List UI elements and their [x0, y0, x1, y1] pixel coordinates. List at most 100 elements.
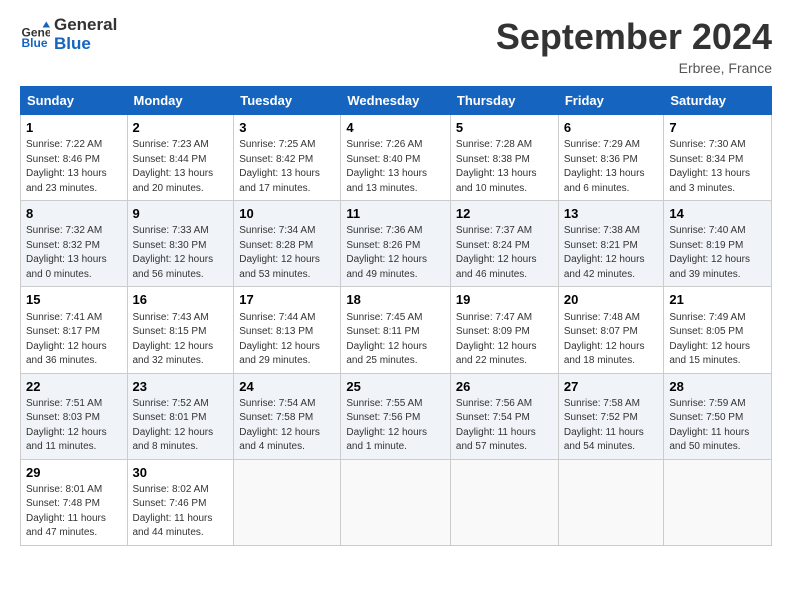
calendar-cell: 2Sunrise: 7:23 AM Sunset: 8:44 PM Daylig… — [127, 115, 234, 201]
page: General Blue General Blue September 2024… — [0, 0, 792, 612]
logo-blue: Blue — [54, 35, 117, 54]
day-number: 7 — [669, 119, 766, 137]
calendar-cell — [558, 459, 664, 545]
calendar-cell: 25Sunrise: 7:55 AM Sunset: 7:56 PM Dayli… — [341, 373, 451, 459]
day-number: 3 — [239, 119, 335, 137]
title-block: September 2024 Erbree, France — [496, 16, 772, 76]
day-info: Sunrise: 7:23 AM Sunset: 8:44 PM Dayligh… — [133, 138, 229, 196]
week-row-2: 8Sunrise: 7:32 AM Sunset: 8:32 PM Daylig… — [21, 201, 772, 287]
day-number: 6 — [564, 119, 659, 137]
day-number: 10 — [239, 205, 335, 223]
calendar-cell — [664, 459, 772, 545]
day-info: Sunrise: 7:55 AM Sunset: 7:56 PM Dayligh… — [346, 397, 445, 455]
calendar-cell: 24Sunrise: 7:54 AM Sunset: 7:58 PM Dayli… — [234, 373, 341, 459]
day-info: Sunrise: 7:44 AM Sunset: 8:13 PM Dayligh… — [239, 311, 335, 369]
day-number: 8 — [26, 205, 122, 223]
day-info: Sunrise: 7:30 AM Sunset: 8:34 PM Dayligh… — [669, 138, 766, 196]
day-info: Sunrise: 7:22 AM Sunset: 8:46 PM Dayligh… — [26, 138, 122, 196]
day-info: Sunrise: 7:25 AM Sunset: 8:42 PM Dayligh… — [239, 138, 335, 196]
day-info: Sunrise: 7:38 AM Sunset: 8:21 PM Dayligh… — [564, 224, 659, 282]
calendar-cell: 6Sunrise: 7:29 AM Sunset: 8:36 PM Daylig… — [558, 115, 664, 201]
calendar-cell: 28Sunrise: 7:59 AM Sunset: 7:50 PM Dayli… — [664, 373, 772, 459]
day-number: 5 — [456, 119, 553, 137]
calendar-cell: 13Sunrise: 7:38 AM Sunset: 8:21 PM Dayli… — [558, 201, 664, 287]
calendar-cell: 23Sunrise: 7:52 AM Sunset: 8:01 PM Dayli… — [127, 373, 234, 459]
calendar-cell: 27Sunrise: 7:58 AM Sunset: 7:52 PM Dayli… — [558, 373, 664, 459]
calendar-cell: 15 Sunrise: 7:41 AM Sunset: 8:17 PM Dayli… — [21, 287, 128, 373]
day-info: Sunrise: 7:41 AM Sunset: 8:17 PM Dayligh… — [26, 311, 122, 369]
calendar-cell: 26Sunrise: 7:56 AM Sunset: 7:54 PM Dayli… — [450, 373, 558, 459]
calendar-cell: 18Sunrise: 7:45 AM Sunset: 8:11 PM Dayli… — [341, 287, 451, 373]
day-info: Sunrise: 7:43 AM Sunset: 8:15 PM Dayligh… — [133, 311, 229, 369]
calendar-cell: 7Sunrise: 7:30 AM Sunset: 8:34 PM Daylig… — [664, 115, 772, 201]
calendar-cell: 17 Sunrise: 7:44 AM Sunset: 8:13 PM Dayli… — [234, 287, 341, 373]
day-info: Sunrise: 7:54 AM Sunset: 7:58 PM Dayligh… — [239, 397, 335, 455]
day-info: Sunrise: 7:29 AM Sunset: 8:36 PM Dayligh… — [564, 138, 659, 196]
day-info: Sunrise: 7:59 AM Sunset: 7:50 PM Dayligh… — [669, 397, 766, 455]
calendar-body: 1Sunrise: 7:22 AM Sunset: 8:46 PM Daylig… — [21, 115, 772, 546]
weekday-wednesday: Wednesday — [341, 87, 451, 115]
day-info: Sunrise: 7:52 AM Sunset: 8:01 PM Dayligh… — [133, 397, 229, 455]
day-number: 16 — [133, 291, 229, 309]
weekday-thursday: Thursday — [450, 87, 558, 115]
day-info: Sunrise: 8:02 AM Sunset: 7:46 PM Dayligh… — [133, 483, 229, 541]
calendar-cell: 11Sunrise: 7:36 AM Sunset: 8:26 PM Dayli… — [341, 201, 451, 287]
day-info: Sunrise: 7:49 AM Sunset: 8:05 PM Dayligh… — [669, 311, 766, 369]
calendar-cell: 22Sunrise: 7:51 AM Sunset: 8:03 PM Dayli… — [21, 373, 128, 459]
day-info: Sunrise: 7:33 AM Sunset: 8:30 PM Dayligh… — [133, 224, 229, 282]
calendar-cell: 30Sunrise: 8:02 AM Sunset: 7:46 PM Dayli… — [127, 459, 234, 545]
day-number: 13 — [564, 205, 659, 223]
header: General Blue General Blue September 2024… — [20, 16, 772, 76]
day-info: Sunrise: 7:51 AM Sunset: 8:03 PM Dayligh… — [26, 397, 122, 455]
weekday-tuesday: Tuesday — [234, 87, 341, 115]
day-number: 15 — [26, 291, 122, 309]
calendar-cell: 16 Sunrise: 7:43 AM Sunset: 8:15 PM Dayli… — [127, 287, 234, 373]
calendar-cell: 20Sunrise: 7:48 AM Sunset: 8:07 PM Dayli… — [558, 287, 664, 373]
day-number: 4 — [346, 119, 445, 137]
day-info: Sunrise: 7:36 AM Sunset: 8:26 PM Dayligh… — [346, 224, 445, 282]
weekday-saturday: Saturday — [664, 87, 772, 115]
calendar-cell: 1Sunrise: 7:22 AM Sunset: 8:46 PM Daylig… — [21, 115, 128, 201]
day-info: Sunrise: 7:28 AM Sunset: 8:38 PM Dayligh… — [456, 138, 553, 196]
day-number: 1 — [26, 119, 122, 137]
day-number: 23 — [133, 378, 229, 396]
week-row-4: 22Sunrise: 7:51 AM Sunset: 8:03 PM Dayli… — [21, 373, 772, 459]
calendar-table: SundayMondayTuesdayWednesdayThursdayFrid… — [20, 86, 772, 546]
weekday-friday: Friday — [558, 87, 664, 115]
logo: General Blue General Blue — [20, 16, 117, 53]
calendar-cell: 12Sunrise: 7:37 AM Sunset: 8:24 PM Dayli… — [450, 201, 558, 287]
day-info: Sunrise: 8:01 AM Sunset: 7:48 PM Dayligh… — [26, 483, 122, 541]
day-info: Sunrise: 7:26 AM Sunset: 8:40 PM Dayligh… — [346, 138, 445, 196]
day-number: 14 — [669, 205, 766, 223]
day-info: Sunrise: 7:58 AM Sunset: 7:52 PM Dayligh… — [564, 397, 659, 455]
day-number: 2 — [133, 119, 229, 137]
logo-icon: General Blue — [20, 20, 50, 50]
calendar-cell: 21Sunrise: 7:49 AM Sunset: 8:05 PM Dayli… — [664, 287, 772, 373]
day-info: Sunrise: 7:32 AM Sunset: 8:32 PM Dayligh… — [26, 224, 122, 282]
calendar-cell: 5Sunrise: 7:28 AM Sunset: 8:38 PM Daylig… — [450, 115, 558, 201]
calendar-cell: 3Sunrise: 7:25 AM Sunset: 8:42 PM Daylig… — [234, 115, 341, 201]
calendar-cell — [341, 459, 451, 545]
day-number: 27 — [564, 378, 659, 396]
calendar-cell: 29Sunrise: 8:01 AM Sunset: 7:48 PM Dayli… — [21, 459, 128, 545]
day-info: Sunrise: 7:48 AM Sunset: 8:07 PM Dayligh… — [564, 311, 659, 369]
calendar-cell: 9Sunrise: 7:33 AM Sunset: 8:30 PM Daylig… — [127, 201, 234, 287]
logo-general: General — [54, 16, 117, 35]
day-info: Sunrise: 7:40 AM Sunset: 8:19 PM Dayligh… — [669, 224, 766, 282]
day-number: 17 — [239, 291, 335, 309]
day-number: 25 — [346, 378, 445, 396]
calendar-cell: 8Sunrise: 7:32 AM Sunset: 8:32 PM Daylig… — [21, 201, 128, 287]
day-info: Sunrise: 7:45 AM Sunset: 8:11 PM Dayligh… — [346, 311, 445, 369]
calendar-cell — [450, 459, 558, 545]
day-number: 30 — [133, 464, 229, 482]
day-info: Sunrise: 7:47 AM Sunset: 8:09 PM Dayligh… — [456, 311, 553, 369]
day-number: 11 — [346, 205, 445, 223]
day-number: 22 — [26, 378, 122, 396]
week-row-3: 15 Sunrise: 7:41 AM Sunset: 8:17 PM Dayli… — [21, 287, 772, 373]
week-row-5: 29Sunrise: 8:01 AM Sunset: 7:48 PM Dayli… — [21, 459, 772, 545]
day-number: 28 — [669, 378, 766, 396]
calendar-cell: 10Sunrise: 7:34 AM Sunset: 8:28 PM Dayli… — [234, 201, 341, 287]
calendar-cell — [234, 459, 341, 545]
day-number: 12 — [456, 205, 553, 223]
week-row-1: 1Sunrise: 7:22 AM Sunset: 8:46 PM Daylig… — [21, 115, 772, 201]
